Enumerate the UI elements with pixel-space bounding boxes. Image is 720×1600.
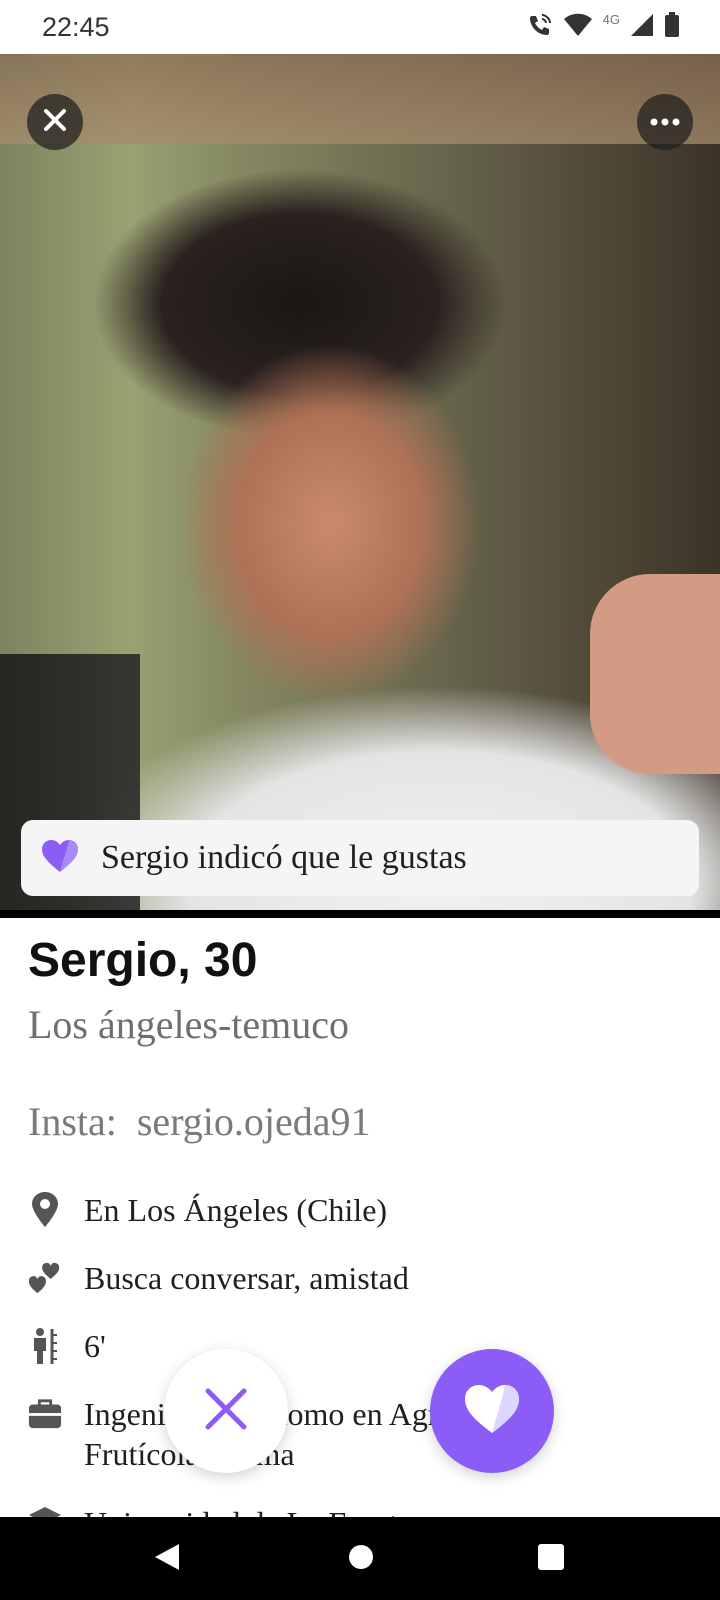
detail-label: 6' [84,1328,106,1364]
status-time: 22:45 [42,12,110,42]
detail-label: En Los Ángeles (Chile) [84,1192,388,1228]
close-icon [42,107,68,138]
detail-location: En Los Ángeles (Chile) [28,1190,387,1230]
more-options-button[interactable] [637,94,693,150]
more-icon [650,113,680,131]
battery-icon [664,12,680,43]
wifi-icon [563,13,593,42]
photo-arm [590,574,720,774]
status-icons: 4G [527,12,680,43]
location-pin-icon [28,1190,62,1230]
photo-divider [0,910,720,918]
profile-name-age: Sergio, 30 [28,934,258,987]
looking-for-icon [28,1258,62,1298]
heart-icon [463,1383,521,1440]
height-icon [28,1326,62,1366]
wifi-calling-icon [527,12,553,43]
detail-label: Busca conversar, amistad [84,1260,409,1296]
profile-location-line: Los ángeles-temuco [28,1002,349,1047]
network-type-label: 4G [602,12,620,27]
detail-looking-for: Busca conversar, amistad [28,1258,409,1298]
close-icon [204,1387,248,1436]
recents-icon [537,1543,565,1576]
close-profile-button[interactable] [27,94,83,150]
liked-you-text: Sergio indicó que le gustas [101,839,467,876]
photo-background [0,54,720,144]
like-button[interactable] [430,1349,554,1473]
profile-photo[interactable] [0,54,720,910]
dislike-button[interactable] [164,1349,288,1473]
profile-bio: Insta: sergio.ojeda91 [28,1099,371,1144]
navigation-bar [0,1517,720,1600]
back-icon [152,1542,182,1577]
briefcase-icon [28,1394,62,1434]
liked-you-banner: Sergio indicó que le gustas [21,820,699,896]
home-icon [347,1543,375,1576]
status-bar: 22:45 4G [0,0,720,54]
nav-recents-button[interactable] [523,1531,579,1587]
nav-back-button[interactable] [139,1531,195,1587]
nav-home-button[interactable] [333,1531,389,1587]
heart-icon [41,839,79,878]
detail-height: 6' [28,1326,106,1366]
signal-icon [630,13,654,42]
